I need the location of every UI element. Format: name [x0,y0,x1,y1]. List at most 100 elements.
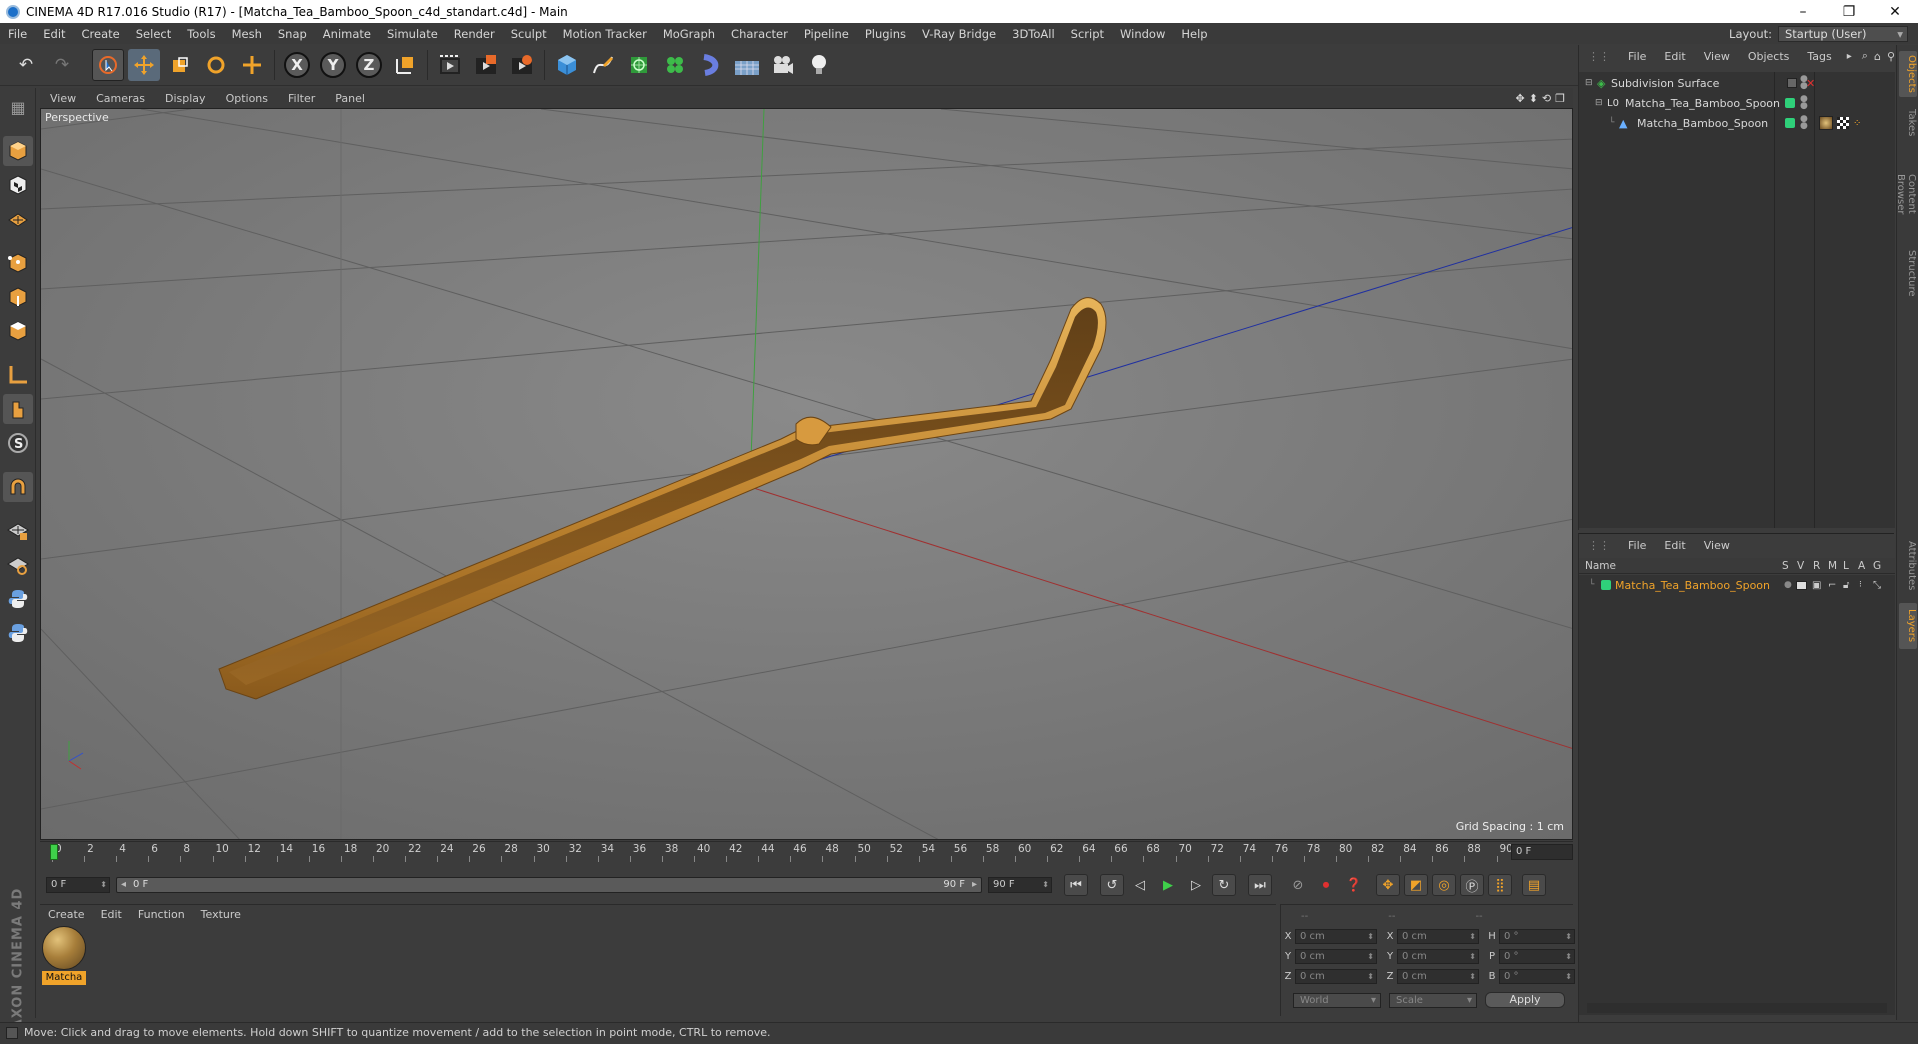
edges-mode-icon[interactable] [3,282,33,312]
objects-menu-more-icon[interactable]: ▸ [1847,51,1852,62]
collapse-toggle-icon[interactable]: ⊟ [1595,98,1603,108]
menu-character[interactable]: Character [723,27,796,41]
objects-search-icon[interactable]: ⌕ [1862,49,1868,63]
objects-menu-edit[interactable]: Edit [1655,50,1694,63]
tweak-mode-icon[interactable] [3,394,33,424]
x-axis-lock-button[interactable]: X [281,49,313,81]
next-key-icon[interactable]: ↻ [1212,874,1236,896]
objects-menu-objects[interactable]: Objects [1739,50,1799,63]
layer-animation-icon[interactable]: ⁝ [1859,580,1862,590]
menu-simulate[interactable]: Simulate [379,27,446,41]
layer-horizontal-scrollbar[interactable] [1587,1003,1887,1013]
menu-window[interactable]: Window [1112,27,1173,41]
phong-tag-icon[interactable]: ⁘ [1853,118,1861,129]
record-scale-icon[interactable]: ◩ [1404,874,1428,896]
start-frame-field[interactable]: 0 F [46,877,110,893]
make-editable-icon[interactable]: ▦ [3,92,33,122]
size-x-field[interactable]: 0 cm [1397,928,1479,944]
record-rotation-icon[interactable]: ◎ [1432,874,1456,896]
size-z-field[interactable]: 0 cm [1397,968,1479,984]
texture-tag-icon[interactable] [1837,117,1849,129]
go-to-end-icon[interactable]: ⏭ [1248,874,1272,896]
tab-attributes[interactable]: Attributes [1899,535,1917,597]
spline-pen-icon[interactable] [587,49,619,81]
undo-icon[interactable]: ↶ [10,49,42,81]
size-y-field[interactable]: 0 cm [1397,948,1479,964]
layers-menu-edit[interactable]: Edit [1655,539,1694,552]
material-menu-function[interactable]: Function [130,908,193,921]
previous-key-icon[interactable]: ↺ [1100,874,1124,896]
tab-structure[interactable]: Structure [1899,245,1917,301]
python-script-icon[interactable] [3,584,33,614]
menu-motion-tracker[interactable]: Motion Tracker [555,27,655,41]
menu-animate[interactable]: Animate [315,27,379,41]
viewport-menu-filter[interactable]: Filter [278,92,325,105]
apply-button[interactable]: Apply [1485,992,1565,1008]
layer-name[interactable]: Matcha_Tea_Bamboo_Spoon [1615,579,1770,592]
light-bulb-icon[interactable] [803,49,835,81]
layer-row-matcha-tea-bamboo-spoon[interactable]: └ Matcha_Tea_Bamboo_Spoon ● ▣ ⌐ 🔓︎ ⁝ ⤡ [1579,577,1895,593]
viewport-menu-panel[interactable]: Panel [325,92,375,105]
redo-icon[interactable]: ↷ [46,49,78,81]
play-forward-icon[interactable]: ▶ [1156,874,1180,896]
layer-swatch-icon[interactable] [1787,78,1797,88]
position-y-field[interactable]: 0 cm [1295,948,1377,964]
material-menu-texture[interactable]: Texture [193,908,249,921]
record-parameter-icon[interactable]: Ⓟ [1460,874,1484,896]
next-frame-icon[interactable]: ▷ [1184,874,1208,896]
recent-tool-icon[interactable] [236,49,268,81]
layer-lock-icon[interactable]: 🔓︎ [1843,580,1849,591]
menu-create[interactable]: Create [74,27,128,41]
rotation-b-field[interactable]: 0 ° [1499,968,1575,984]
position-x-field[interactable]: 0 cm [1295,928,1377,944]
menu-plugins[interactable]: Plugins [857,27,914,41]
menu-file[interactable]: File [0,27,35,41]
points-mode-icon[interactable] [3,248,33,278]
record-position-icon[interactable]: ✥ [1376,874,1400,896]
record-point-level-icon[interactable]: ⣿ [1488,874,1512,896]
viewport-menu-view[interactable]: View [40,92,86,105]
objects-menu-tags[interactable]: Tags [1798,50,1840,63]
model-mode-icon[interactable] [3,136,33,166]
timeline-window-icon[interactable]: ▤ [1522,874,1546,896]
scale-tool-icon[interactable] [164,49,196,81]
planar-workplane-icon[interactable] [3,550,33,580]
previous-frame-icon[interactable]: ◁ [1128,874,1152,896]
material-menu-edit[interactable]: Edit [93,908,130,921]
material-menu-create[interactable]: Create [40,908,93,921]
menu-vray-bridge[interactable]: V-Ray Bridge [914,27,1004,41]
mograph-cloner-icon[interactable] [659,49,691,81]
polygons-mode-icon[interactable] [3,316,33,346]
tab-takes[interactable]: Takes [1899,103,1917,143]
coordinate-space-select[interactable]: World [1293,992,1381,1008]
collapse-toggle-icon[interactable]: ⊟ [1585,78,1593,88]
tab-objects[interactable]: Objects [1899,51,1917,97]
current-frame-field[interactable]: 0 F [1511,844,1573,860]
material-tag-icon[interactable] [1819,116,1833,130]
layer-color-swatch[interactable] [1601,580,1611,590]
viewport-menu-cameras[interactable]: Cameras [86,92,155,105]
texture-mode-icon[interactable] [3,170,33,200]
keyframe-selection-icon[interactable]: ⊘ [1286,874,1310,896]
material-name-label[interactable]: Matcha [42,971,86,985]
menu-mograph[interactable]: MoGraph [655,27,723,41]
objects-menu-view[interactable]: View [1695,50,1739,63]
menu-script[interactable]: Script [1063,27,1112,41]
camera-icon[interactable] [767,49,799,81]
menu-tools[interactable]: Tools [179,27,223,41]
menu-help[interactable]: Help [1173,27,1215,41]
objects-menu-file[interactable]: File [1619,50,1655,63]
coordinate-system-icon[interactable] [389,49,421,81]
viewport-menu-display[interactable]: Display [155,92,216,105]
end-frame-field[interactable]: 90 F [988,877,1052,893]
viewport-zoom-icon[interactable]: ⬍ [1529,92,1538,105]
rotation-p-field[interactable]: 0 ° [1499,948,1575,964]
menu-edit[interactable]: Edit [35,27,73,41]
magnet-icon[interactable] [3,472,33,502]
material-thumbnail-matcha[interactable] [42,926,86,970]
menu-pipeline[interactable]: Pipeline [796,27,857,41]
menu-select[interactable]: Select [128,27,179,41]
go-to-start-icon[interactable]: ⏮ [1064,874,1088,896]
timeline-ruler[interactable]: 0 2 4 6 8 10 12 14 16 18 20 22 24 26 28 30 32 34 36 38 40 42 4… [40,841,1573,863]
move-tool-icon[interactable] [128,49,160,81]
